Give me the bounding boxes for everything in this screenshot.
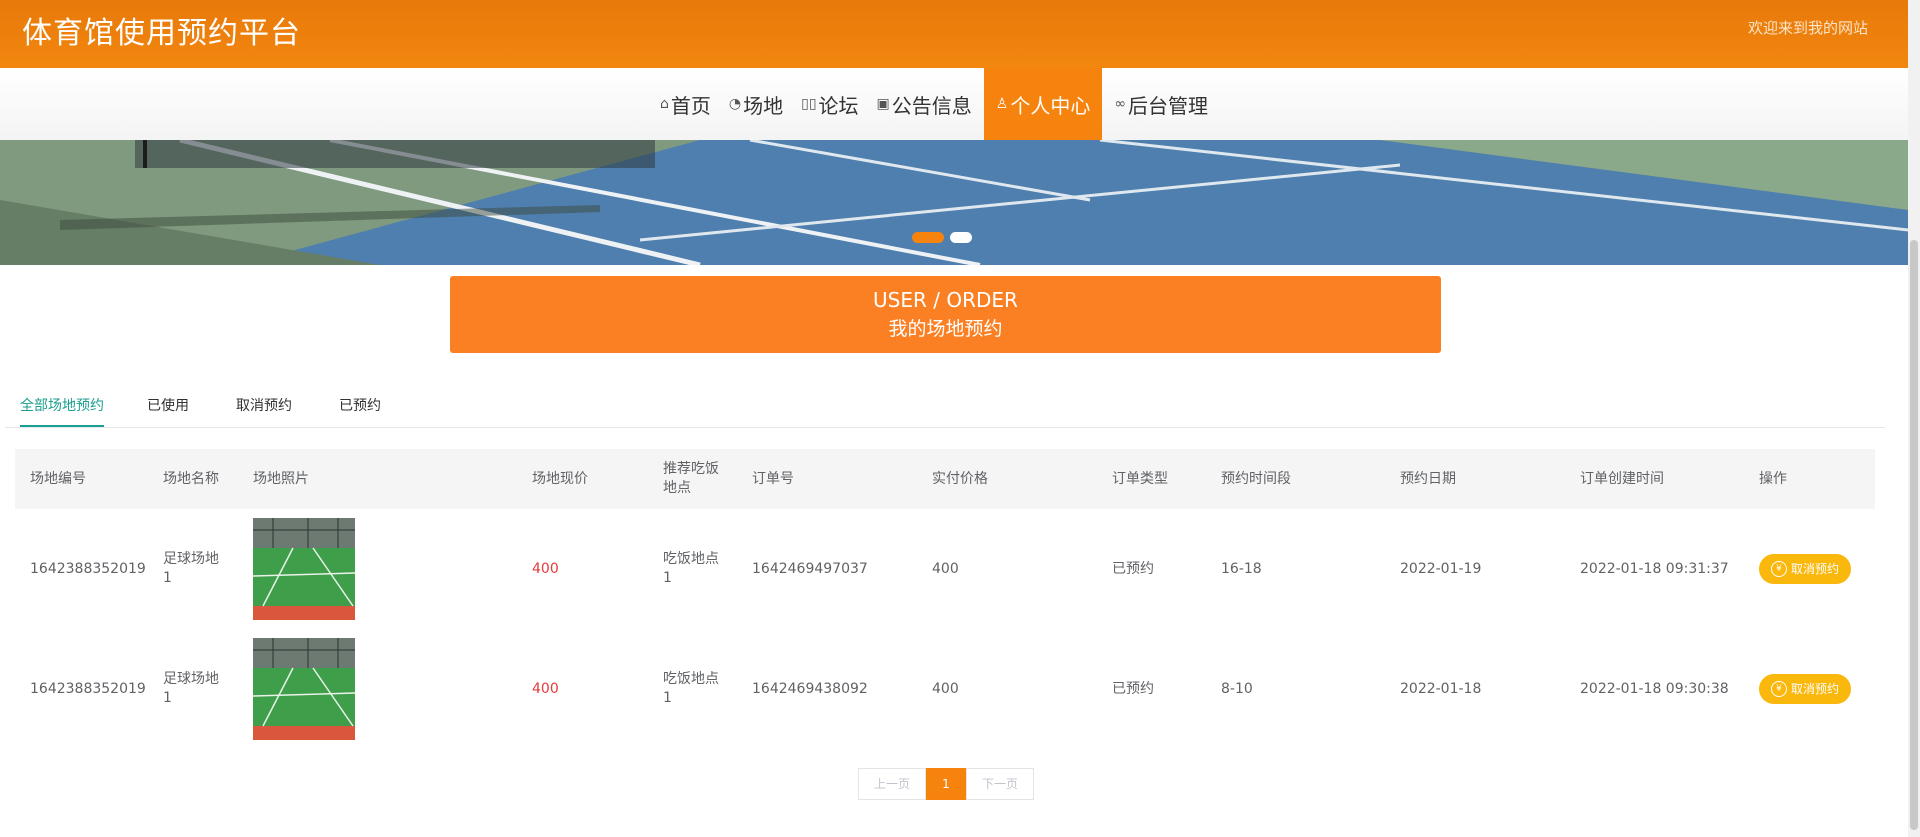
column-header: 场地现价 [532, 470, 588, 487]
welcome-text: 欢迎来到我的网站 [1747, 19, 1868, 37]
column-header: 订单创建时间 [1580, 470, 1664, 487]
prev-page-button[interactable]: 上一页 [858, 768, 926, 800]
scrollbar-thumb[interactable] [1910, 240, 1918, 830]
action-cell: ¥ 取消预约 [1759, 629, 1851, 749]
venue-photo-image [253, 638, 355, 740]
cancel-booking-button[interactable]: ¥ 取消预约 [1759, 674, 1851, 704]
tab-cancelled[interactable]: 取消预约 [236, 385, 292, 425]
nav-item-label: 首页 [670, 93, 711, 118]
nav-item-venue[interactable]: ◔ 场地 [723, 68, 789, 140]
venue-price: 400 [532, 680, 559, 697]
gift-icon: ▣ [876, 96, 890, 112]
nav-item-forum[interactable]: ▯▯ 论坛 [795, 68, 864, 140]
main-nav: ⌂ 首页 ◔ 场地 ▯▯ 论坛 ▣ 公告信息 ♙ 个人中心 ∞ 后台管理 [0, 68, 1908, 141]
page-scrollbar[interactable] [1908, 0, 1920, 837]
carousel-dots [912, 232, 972, 243]
column-header: 场地名称 [163, 470, 219, 487]
yen-icon: ¥ [1770, 561, 1787, 577]
cancel-booking-label: 取消预约 [1790, 561, 1839, 576]
gauge-icon: ◔ [728, 96, 742, 112]
nav-items: ⌂ 首页 ◔ 场地 ▯▯ 论坛 ▣ 公告信息 ♙ 个人中心 ∞ 后台管理 [654, 68, 1220, 140]
column-header: 预约时间段 [1221, 470, 1291, 487]
nav-item-label: 个人中心 [1010, 93, 1091, 118]
tab-booked[interactable]: 已预约 [339, 385, 381, 425]
column-header: 场地照片 [253, 470, 309, 487]
cancel-booking-button[interactable]: ¥ 取消预约 [1759, 554, 1851, 584]
page-number-current[interactable]: 1 [926, 768, 966, 800]
venue-photo-image [253, 518, 355, 620]
top-header: 体育馆使用预约平台 欢迎来到我的网站 [0, 0, 1908, 68]
table-row: 1642388352019 足球场地1 400 吃饭地点1 1642469438… [15, 629, 1875, 749]
home-icon: ⌂ [660, 96, 669, 112]
time-slot: 16-18 [1221, 560, 1262, 577]
link-icon: ∞ [1114, 96, 1126, 112]
nav-item-home[interactable]: ⌂ 首页 [654, 68, 717, 140]
column-header: 操作 [1759, 470, 1787, 487]
booking-date: 2022-01-19 [1400, 560, 1482, 577]
column-header: 预约日期 [1400, 470, 1456, 487]
next-page-button[interactable]: 下一页 [966, 768, 1034, 800]
nav-item-label: 场地 [743, 93, 784, 118]
section-title-box: USER / ORDER 我的场地预约 [450, 276, 1441, 353]
nav-item-user-center[interactable]: ♙ 个人中心 [983, 68, 1103, 140]
order-no: 1642469497037 [752, 560, 868, 577]
dining-place: 吃饭地点1 [663, 551, 719, 586]
tab-used[interactable]: 已使用 [147, 385, 189, 425]
table-header: 场地编号 场地名称 场地照片 场地现价 推荐吃饭地点 订单号 实付价格 订单类型… [15, 449, 1875, 509]
user-icon: ♙ [995, 96, 1009, 112]
nav-item-admin[interactable]: ∞ 后台管理 [1108, 68, 1214, 140]
column-header: 订单类型 [1112, 470, 1168, 487]
section-title-cn: 我的场地预约 [888, 318, 1003, 340]
banner-carousel [0, 140, 1908, 265]
nav-item-notice[interactable]: ▣ 公告信息 [871, 68, 978, 140]
order-created: 2022-01-18 09:31:37 [1580, 560, 1729, 577]
column-header: 场地编号 [30, 470, 86, 487]
carousel-dot-active[interactable] [912, 232, 944, 243]
table-row: 1642388352019 足球场地1 400 吃饭地点1 1642469497… [15, 509, 1875, 629]
yen-icon: ¥ [1770, 681, 1787, 697]
nav-item-label: 论坛 [818, 93, 859, 118]
order-type: 已预约 [1112, 560, 1154, 577]
paid-price: 400 [932, 680, 959, 697]
venue-photo[interactable] [253, 509, 355, 629]
pagination: 上一页 1 下一页 [858, 768, 1034, 800]
column-header: 订单号 [752, 470, 794, 487]
order-created: 2022-01-18 09:30:38 [1580, 680, 1729, 697]
column-header: 实付价格 [932, 470, 988, 487]
venue-no: 1642388352019 [30, 680, 146, 697]
paid-price: 400 [932, 560, 959, 577]
venue-no: 1642388352019 [30, 560, 146, 577]
site-title: 体育馆使用预约平台 [22, 16, 301, 51]
order-type: 已预约 [1112, 680, 1154, 697]
nav-item-label: 后台管理 [1128, 93, 1208, 118]
column-header: 推荐吃饭地点 [663, 461, 719, 496]
section-title-en: USER / ORDER [873, 288, 1018, 312]
venue-name: 足球场地1 [163, 671, 219, 706]
venue-price: 400 [532, 560, 559, 577]
venue-photo[interactable] [253, 629, 355, 749]
nav-item-label: 公告信息 [891, 93, 972, 118]
forum-icon: ▯▯ [801, 96, 817, 112]
order-no: 1642469438092 [752, 680, 868, 697]
cancel-booking-label: 取消预约 [1790, 681, 1839, 696]
banner-image [0, 140, 1908, 265]
booking-date: 2022-01-18 [1400, 680, 1482, 697]
time-slot: 8-10 [1221, 680, 1253, 697]
orders-table: 场地编号 场地名称 场地照片 场地现价 推荐吃饭地点 订单号 实付价格 订单类型… [15, 449, 1875, 749]
venue-name: 足球场地1 [163, 551, 219, 586]
carousel-dot[interactable] [950, 232, 972, 243]
tab-all-orders[interactable]: 全部场地预约 [20, 385, 104, 427]
action-cell: ¥ 取消预约 [1759, 509, 1851, 629]
order-tabs: 全部场地预约 已使用 取消预约 已预约 [5, 385, 1885, 428]
dining-place: 吃饭地点1 [663, 671, 719, 706]
